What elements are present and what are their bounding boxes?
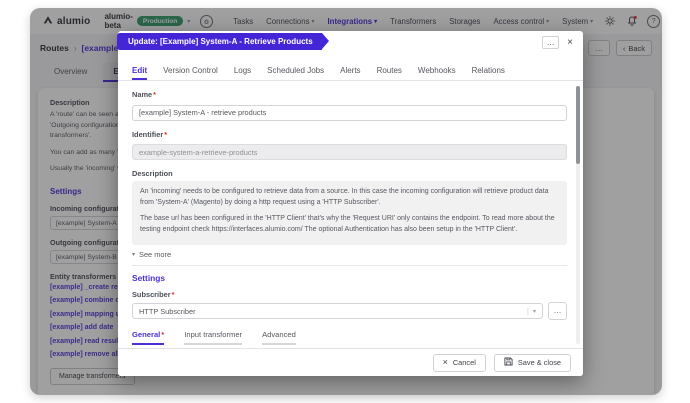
modal-controls: … × [542,36,573,49]
description-label: Description [132,169,567,178]
modal-scrollbar[interactable] [576,86,580,344]
description-paragraph: The base url has been configured in the … [140,214,559,235]
subscriber-more-button[interactable]: … [548,302,567,320]
description-paragraph: An 'incoming' needs to be configured to … [140,187,559,208]
required-mark: * [161,330,164,339]
identifier-field [132,144,567,160]
subtab-advanced[interactable]: Advanced [262,330,296,345]
modal-body: Name* Identifier* Description An 'incomi… [118,82,583,348]
close-icon: × [443,358,448,367]
save-and-close-button[interactable]: Save & close [494,354,571,372]
modal-tab-scheduled-jobs[interactable]: Scheduled Jobs [267,66,324,80]
name-field[interactable] [132,105,567,121]
modal-tab-logs[interactable]: Logs [234,66,251,80]
select-divider: | [527,307,529,316]
modal-tab-webhooks[interactable]: Webhooks [418,66,456,80]
cancel-button[interactable]: × Cancel [433,354,486,372]
subscriber-label: Subscriber* [132,290,567,299]
subtab-input-transformer[interactable]: Input transformer [184,330,242,345]
settings-heading: Settings [132,273,567,283]
divider [132,265,567,266]
description-box: An 'incoming' needs to be configured to … [132,181,567,245]
required-mark: * [172,290,175,299]
modal-title-ribbon: Update: [Example] System-A - Retrieve Pr… [117,33,322,50]
see-more-toggle[interactable]: ▾ See more [132,250,567,259]
modal-tab-edit[interactable]: Edit [132,66,147,80]
identifier-label: Identifier* [132,130,567,139]
update-route-modal: Update: [Example] System-A - Retrieve Pr… [118,31,583,376]
modal-tab-routes[interactable]: Routes [377,66,402,80]
modal-tab-version-control[interactable]: Version Control [163,66,218,80]
modal-tab-relations[interactable]: Relations [472,66,505,80]
subscriber-select[interactable]: HTTP Subscriber | ▾ [132,303,543,319]
name-label: Name* [132,90,567,99]
modal-scrollbar-thumb[interactable] [576,86,580,164]
chevron-down-icon: ▾ [533,308,536,315]
subscriber-subtabs: General* Input transformer Advanced [132,330,567,345]
close-icon[interactable]: × [567,38,573,48]
required-mark: * [164,130,167,139]
modal-more-button[interactable]: … [542,36,559,49]
subscriber-value: HTTP Subscriber [139,307,523,316]
modal-tabs: Edit Version Control Logs Scheduled Jobs… [118,59,583,81]
modal-footer: × Cancel Save & close [118,348,583,376]
subtab-general[interactable]: General* [132,330,164,345]
chevron-down-icon: ▾ [132,251,135,258]
save-icon [504,357,513,368]
required-mark: * [153,90,156,99]
modal-header: Update: [Example] System-A - Retrieve Pr… [118,31,583,59]
modal-tab-alerts[interactable]: Alerts [340,66,360,80]
